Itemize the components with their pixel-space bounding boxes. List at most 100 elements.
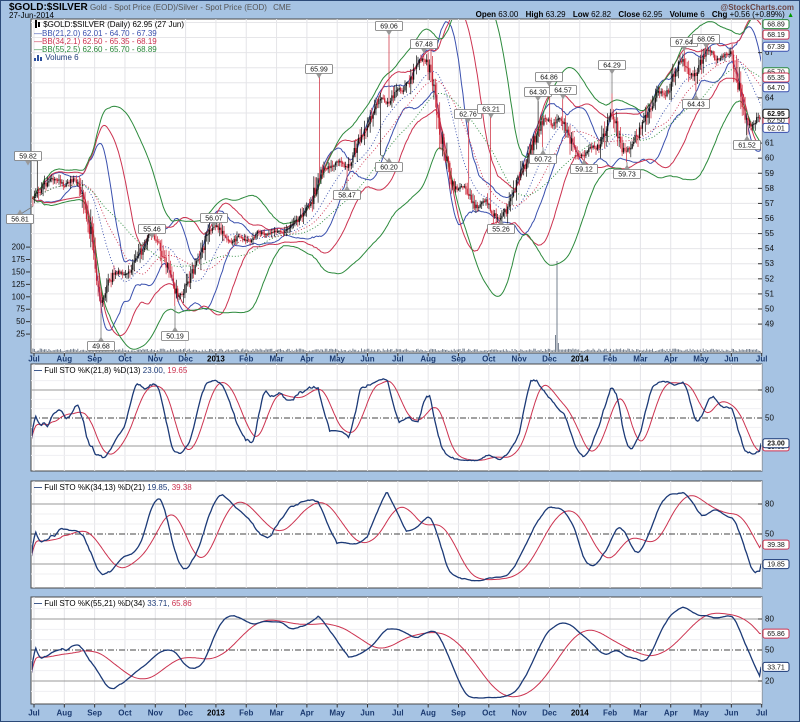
- month-axis-label: Feb: [603, 709, 617, 718]
- stoch-axis-label: 80: [765, 615, 774, 624]
- ohlc-quote-row: Open 63.00 High 63.29 Low 62.82 Close 62…: [471, 10, 794, 19]
- month-axis-label: Apr: [300, 709, 314, 718]
- stoch-axis-label: 50: [765, 414, 774, 423]
- month-axis-label: Aug: [420, 355, 436, 364]
- month-axis-label: Feb: [603, 355, 617, 364]
- month-axis-label: Nov: [148, 355, 164, 364]
- month-axis-label: Nov: [512, 709, 528, 718]
- low-value: 62.82: [591, 10, 611, 19]
- value-badge: 67.39: [763, 42, 789, 51]
- month-axis-label: May: [329, 355, 345, 364]
- value-badges: 62.6065.7068.8962.5065.3568.1962.0164.70…: [763, 20, 789, 672]
- close-value: 62.95: [642, 10, 662, 19]
- flag-value: 68.05: [697, 37, 715, 44]
- value-badge: 39.38: [763, 540, 789, 549]
- value-badge: 62.01: [763, 123, 789, 132]
- value-badge: 65.86: [763, 629, 789, 638]
- flag-value: 59.73: [618, 172, 636, 179]
- month-axis-label: May: [329, 709, 345, 718]
- month-axis-label: Sep: [451, 709, 466, 718]
- year-axis-label: 2013: [207, 709, 225, 718]
- flag-value: 64.57: [554, 88, 572, 95]
- month-axis-label: Aug: [57, 709, 73, 718]
- month-axis-label: May: [693, 355, 709, 364]
- badge-value: 62.01: [767, 125, 785, 132]
- stockcharts-gold-silver-ratio-chart: 255075100125150175200JulJulAugAugSepSepO…: [0, 0, 800, 722]
- volume-axis-label: 25: [16, 330, 25, 339]
- volume-axis-label: 100: [12, 292, 26, 301]
- flag-value: 67.48: [415, 42, 433, 49]
- month-axis-label: Feb: [239, 709, 253, 718]
- flag-pointer: [17, 210, 23, 215]
- flag-value: 55.46: [143, 227, 161, 234]
- month-axis-label: Apr: [664, 709, 678, 718]
- price-axis-label: 57: [765, 199, 774, 208]
- value-badge: 65.35: [763, 73, 789, 82]
- flag-value: 59.82: [19, 154, 37, 161]
- stoch-axis-label: 80: [765, 386, 774, 395]
- flag-value: 65.99: [310, 67, 328, 74]
- price-axis-label: 54: [765, 244, 774, 253]
- value-badge: 64.70: [763, 83, 789, 92]
- volume-axis-label: 200: [12, 243, 26, 252]
- stoch-axis-label: 80: [765, 500, 774, 509]
- high-value: 63.29: [546, 10, 566, 19]
- flag-value: 64.86: [540, 75, 558, 82]
- flag-value: 69.06: [380, 24, 398, 31]
- month-axis-label: Mar: [633, 709, 647, 718]
- badge-value: 67.39: [767, 44, 785, 51]
- stoch-axis-label: 20: [765, 677, 774, 686]
- flag-value: 58.47: [338, 193, 356, 200]
- flag-value: 61.52: [738, 143, 756, 150]
- open-value: 63.00: [498, 10, 518, 19]
- month-axis-label: Oct: [482, 355, 496, 364]
- month-axis-label: Apr: [300, 355, 314, 364]
- month-axis-label: Dec: [178, 355, 193, 364]
- price-axis-label: 53: [765, 259, 774, 268]
- flag-value: 63.21: [482, 107, 500, 114]
- flag-value: 55.26: [492, 227, 510, 234]
- stoch-axis-label: 50: [765, 646, 774, 655]
- badge-value: 68.89: [767, 22, 785, 29]
- flag-value: 56.07: [205, 216, 223, 223]
- month-axis-label: Sep: [87, 355, 102, 364]
- chart-canvas: 255075100125150175200JulJulAugAugSepSepO…: [1, 1, 800, 722]
- month-axis-label: Aug: [57, 355, 73, 364]
- month-axis-label: May: [693, 709, 709, 718]
- badge-value: 23.00: [767, 441, 785, 448]
- month-axis-label: Nov: [148, 709, 164, 718]
- chg-up-arrow-icon: ▲: [787, 12, 794, 19]
- flag-value: 64.30: [529, 90, 547, 97]
- month-axis-label: Aug: [420, 709, 436, 718]
- month-axis-label: Nov: [512, 355, 528, 364]
- flag-value: 64.29: [603, 63, 621, 70]
- month-axis-label: Jun: [360, 355, 374, 364]
- month-axis-label: Jul: [392, 355, 404, 364]
- flag-value: 62.76: [459, 112, 477, 119]
- price-axis-label: 49: [765, 320, 774, 329]
- year-axis-label: 2013: [207, 355, 225, 364]
- month-axis-label: Oct: [118, 355, 132, 364]
- volume-label: Volume: [670, 10, 698, 19]
- badge-value: 39.38: [767, 542, 785, 549]
- month-axis-label: Jul: [756, 355, 768, 364]
- badge-value: 19.85: [767, 562, 785, 569]
- year-axis-label: 2014: [571, 709, 589, 718]
- month-axis-label: Oct: [482, 709, 496, 718]
- badge-value: 65.86: [767, 631, 785, 638]
- badge-value: 68.19: [767, 32, 785, 39]
- exchange-label: CME: [273, 3, 291, 12]
- badge-value: 64.70: [767, 85, 785, 92]
- badge-value: 33.71: [767, 664, 785, 671]
- price-axis-label: 58: [765, 184, 774, 193]
- month-axis-label: Jun: [724, 355, 738, 364]
- month-axis-label: Oct: [118, 709, 132, 718]
- stoch-axis-label: 50: [765, 530, 774, 539]
- value-badge: 33.71: [763, 662, 789, 671]
- month-axis-label: Dec: [542, 709, 557, 718]
- month-axis-label: Dec: [178, 709, 193, 718]
- open-label: Open: [476, 10, 496, 19]
- price-flag: 56.81: [7, 206, 34, 223]
- flag-value: 67.64: [675, 40, 693, 47]
- flag-value: 64.43: [687, 102, 705, 109]
